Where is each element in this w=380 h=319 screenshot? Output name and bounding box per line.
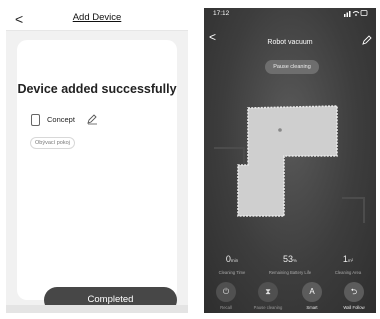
result-card: Device added successfully Concept Obývac… xyxy=(17,40,177,313)
smart-a-icon[interactable]: A xyxy=(302,282,322,302)
cleaned-area xyxy=(237,105,338,217)
stat-label: Remaining Battery Life xyxy=(268,270,312,275)
stat-cleaning-time: 0min Cleaning Time xyxy=(204,249,260,275)
wall-follow-button[interactable]: ⮌ Wall Follow xyxy=(334,282,374,310)
control-bar: ⏻ Recall ⧗ Pause cleaning A Smart ⮌ Wall… xyxy=(204,282,376,313)
smart-mode-button[interactable]: A Smart xyxy=(292,282,332,310)
robot-vacuum-screen: 17:12 < Robot vacuum Pause cleaning 0min… xyxy=(204,8,376,313)
control-label: Recall xyxy=(220,305,232,310)
hourglass-icon[interactable]: ⧗ xyxy=(258,282,278,302)
control-label: Wall Follow xyxy=(343,305,365,310)
stat-battery: 53% Remaining Battery Life xyxy=(262,249,318,275)
recall-button[interactable]: ⏻ Recall xyxy=(206,282,246,310)
stat-cleaning-area: 1m² Cleaning Area xyxy=(320,249,376,275)
room-chip[interactable]: Obývací pokoj xyxy=(30,137,75,149)
add-device-screen: < Add Device Device added successfully C… xyxy=(6,8,188,313)
device-name: Concept xyxy=(47,115,75,124)
stats-row: 0min Cleaning Time 53% Remaining Battery… xyxy=(204,249,376,275)
stat-unit: m² xyxy=(347,258,354,263)
phone-device-icon xyxy=(31,114,40,126)
stat-value: 53 xyxy=(282,254,293,264)
wall-follow-icon[interactable]: ⮌ xyxy=(344,282,364,302)
control-label: Smart xyxy=(306,305,318,310)
pause-cleaning-control[interactable]: ⧗ Pause cleaning xyxy=(248,282,288,310)
pencil-icon[interactable] xyxy=(86,113,98,125)
stat-unit: % xyxy=(293,258,298,263)
bottom-bar xyxy=(6,305,188,313)
header-bar: < Add Device xyxy=(6,8,188,31)
stat-label: Cleaning Area xyxy=(334,270,362,275)
page-title: Add Device xyxy=(72,12,122,23)
robot-position-marker xyxy=(278,128,282,132)
success-message: Device added successfully xyxy=(17,82,177,96)
power-icon[interactable]: ⏻ xyxy=(216,282,236,302)
room-outline xyxy=(342,197,365,223)
stat-unit: min xyxy=(230,258,239,263)
stat-label: Cleaning Time xyxy=(218,270,246,275)
control-label: Pause cleaning xyxy=(253,305,283,310)
